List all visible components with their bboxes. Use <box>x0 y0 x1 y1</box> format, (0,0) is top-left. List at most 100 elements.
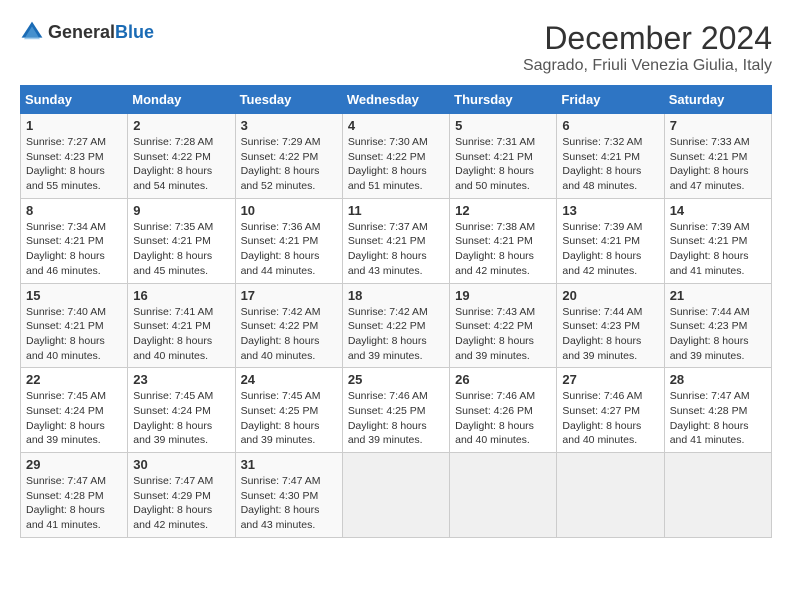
day-number: 27 <box>562 372 658 387</box>
day-number: 30 <box>133 457 229 472</box>
day-number: 18 <box>348 288 444 303</box>
calendar-cell: 25 Sunrise: 7:46 AMSunset: 4:25 PMDaylig… <box>342 368 449 453</box>
day-number: 11 <box>348 203 444 218</box>
day-number: 12 <box>455 203 551 218</box>
day-info: Sunrise: 7:40 AMSunset: 4:21 PMDaylight:… <box>26 306 106 362</box>
day-info: Sunrise: 7:39 AMSunset: 4:21 PMDaylight:… <box>562 221 642 277</box>
calendar-cell: 13 Sunrise: 7:39 AMSunset: 4:21 PMDaylig… <box>557 198 664 283</box>
calendar-cell <box>557 453 664 538</box>
day-number: 4 <box>348 118 444 133</box>
calendar-cell: 28 Sunrise: 7:47 AMSunset: 4:28 PMDaylig… <box>664 368 771 453</box>
calendar-cell: 26 Sunrise: 7:46 AMSunset: 4:26 PMDaylig… <box>450 368 557 453</box>
calendar-cell: 9 Sunrise: 7:35 AMSunset: 4:21 PMDayligh… <box>128 198 235 283</box>
day-info: Sunrise: 7:46 AMSunset: 4:25 PMDaylight:… <box>348 390 428 446</box>
calendar-cell: 24 Sunrise: 7:45 AMSunset: 4:25 PMDaylig… <box>235 368 342 453</box>
day-info: Sunrise: 7:47 AMSunset: 4:30 PMDaylight:… <box>241 475 321 531</box>
day-info: Sunrise: 7:47 AMSunset: 4:28 PMDaylight:… <box>670 390 750 446</box>
title-area: December 2024 Sagrado, Friuli Venezia Gi… <box>523 20 772 75</box>
logo-blue: Blue <box>115 22 154 42</box>
day-header-thursday: Thursday <box>450 86 557 114</box>
main-title: December 2024 <box>523 20 772 57</box>
day-info: Sunrise: 7:39 AMSunset: 4:21 PMDaylight:… <box>670 221 750 277</box>
day-number: 23 <box>133 372 229 387</box>
header: GeneralBlue December 2024 Sagrado, Friul… <box>20 20 772 75</box>
calendar-cell: 7 Sunrise: 7:33 AMSunset: 4:21 PMDayligh… <box>664 114 771 199</box>
day-info: Sunrise: 7:46 AMSunset: 4:27 PMDaylight:… <box>562 390 642 446</box>
week-row-3: 15 Sunrise: 7:40 AMSunset: 4:21 PMDaylig… <box>21 283 772 368</box>
calendar-cell: 2 Sunrise: 7:28 AMSunset: 4:22 PMDayligh… <box>128 114 235 199</box>
week-row-4: 22 Sunrise: 7:45 AMSunset: 4:24 PMDaylig… <box>21 368 772 453</box>
calendar-cell: 20 Sunrise: 7:44 AMSunset: 4:23 PMDaylig… <box>557 283 664 368</box>
day-info: Sunrise: 7:28 AMSunset: 4:22 PMDaylight:… <box>133 136 213 192</box>
day-header-tuesday: Tuesday <box>235 86 342 114</box>
day-number: 20 <box>562 288 658 303</box>
day-info: Sunrise: 7:36 AMSunset: 4:21 PMDaylight:… <box>241 221 321 277</box>
day-number: 24 <box>241 372 337 387</box>
day-info: Sunrise: 7:37 AMSunset: 4:21 PMDaylight:… <box>348 221 428 277</box>
calendar-cell: 3 Sunrise: 7:29 AMSunset: 4:22 PMDayligh… <box>235 114 342 199</box>
day-number: 26 <box>455 372 551 387</box>
calendar-cell: 15 Sunrise: 7:40 AMSunset: 4:21 PMDaylig… <box>21 283 128 368</box>
calendar-cell: 21 Sunrise: 7:44 AMSunset: 4:23 PMDaylig… <box>664 283 771 368</box>
calendar-cell: 17 Sunrise: 7:42 AMSunset: 4:22 PMDaylig… <box>235 283 342 368</box>
calendar-cell: 4 Sunrise: 7:30 AMSunset: 4:22 PMDayligh… <box>342 114 449 199</box>
day-number: 8 <box>26 203 122 218</box>
calendar-cell <box>664 453 771 538</box>
day-info: Sunrise: 7:35 AMSunset: 4:21 PMDaylight:… <box>133 221 213 277</box>
day-number: 16 <box>133 288 229 303</box>
day-number: 13 <box>562 203 658 218</box>
calendar-cell: 30 Sunrise: 7:47 AMSunset: 4:29 PMDaylig… <box>128 453 235 538</box>
day-info: Sunrise: 7:45 AMSunset: 4:24 PMDaylight:… <box>133 390 213 446</box>
day-number: 10 <box>241 203 337 218</box>
day-number: 9 <box>133 203 229 218</box>
day-number: 3 <box>241 118 337 133</box>
day-info: Sunrise: 7:44 AMSunset: 4:23 PMDaylight:… <box>562 306 642 362</box>
calendar-table: SundayMondayTuesdayWednesdayThursdayFrid… <box>20 85 772 538</box>
day-info: Sunrise: 7:45 AMSunset: 4:24 PMDaylight:… <box>26 390 106 446</box>
day-header-monday: Monday <box>128 86 235 114</box>
day-number: 31 <box>241 457 337 472</box>
calendar-cell: 5 Sunrise: 7:31 AMSunset: 4:21 PMDayligh… <box>450 114 557 199</box>
day-number: 7 <box>670 118 766 133</box>
calendar-cell: 11 Sunrise: 7:37 AMSunset: 4:21 PMDaylig… <box>342 198 449 283</box>
day-number: 5 <box>455 118 551 133</box>
logo-text: GeneralBlue <box>48 22 154 43</box>
day-info: Sunrise: 7:43 AMSunset: 4:22 PMDaylight:… <box>455 306 535 362</box>
subtitle: Sagrado, Friuli Venezia Giulia, Italy <box>523 57 772 75</box>
calendar-cell: 18 Sunrise: 7:42 AMSunset: 4:22 PMDaylig… <box>342 283 449 368</box>
calendar-cell: 12 Sunrise: 7:38 AMSunset: 4:21 PMDaylig… <box>450 198 557 283</box>
day-header-wednesday: Wednesday <box>342 86 449 114</box>
day-info: Sunrise: 7:45 AMSunset: 4:25 PMDaylight:… <box>241 390 321 446</box>
calendar-cell: 14 Sunrise: 7:39 AMSunset: 4:21 PMDaylig… <box>664 198 771 283</box>
day-number: 6 <box>562 118 658 133</box>
day-header-saturday: Saturday <box>664 86 771 114</box>
calendar-cell: 29 Sunrise: 7:47 AMSunset: 4:28 PMDaylig… <box>21 453 128 538</box>
day-number: 1 <box>26 118 122 133</box>
day-number: 25 <box>348 372 444 387</box>
calendar-cell <box>342 453 449 538</box>
logo-icon <box>20 20 44 44</box>
day-header-friday: Friday <box>557 86 664 114</box>
day-number: 14 <box>670 203 766 218</box>
day-number: 2 <box>133 118 229 133</box>
day-number: 15 <box>26 288 122 303</box>
day-number: 22 <box>26 372 122 387</box>
day-info: Sunrise: 7:42 AMSunset: 4:22 PMDaylight:… <box>348 306 428 362</box>
week-row-5: 29 Sunrise: 7:47 AMSunset: 4:28 PMDaylig… <box>21 453 772 538</box>
day-info: Sunrise: 7:32 AMSunset: 4:21 PMDaylight:… <box>562 136 642 192</box>
calendar-cell: 27 Sunrise: 7:46 AMSunset: 4:27 PMDaylig… <box>557 368 664 453</box>
calendar-cell: 1 Sunrise: 7:27 AMSunset: 4:23 PMDayligh… <box>21 114 128 199</box>
logo: GeneralBlue <box>20 20 154 44</box>
week-row-2: 8 Sunrise: 7:34 AMSunset: 4:21 PMDayligh… <box>21 198 772 283</box>
day-info: Sunrise: 7:38 AMSunset: 4:21 PMDaylight:… <box>455 221 535 277</box>
day-info: Sunrise: 7:31 AMSunset: 4:21 PMDaylight:… <box>455 136 535 192</box>
day-info: Sunrise: 7:47 AMSunset: 4:28 PMDaylight:… <box>26 475 106 531</box>
day-info: Sunrise: 7:41 AMSunset: 4:21 PMDaylight:… <box>133 306 213 362</box>
calendar-cell: 16 Sunrise: 7:41 AMSunset: 4:21 PMDaylig… <box>128 283 235 368</box>
days-header-row: SundayMondayTuesdayWednesdayThursdayFrid… <box>21 86 772 114</box>
day-number: 28 <box>670 372 766 387</box>
day-info: Sunrise: 7:44 AMSunset: 4:23 PMDaylight:… <box>670 306 750 362</box>
day-info: Sunrise: 7:27 AMSunset: 4:23 PMDaylight:… <box>26 136 106 192</box>
week-row-1: 1 Sunrise: 7:27 AMSunset: 4:23 PMDayligh… <box>21 114 772 199</box>
day-info: Sunrise: 7:30 AMSunset: 4:22 PMDaylight:… <box>348 136 428 192</box>
